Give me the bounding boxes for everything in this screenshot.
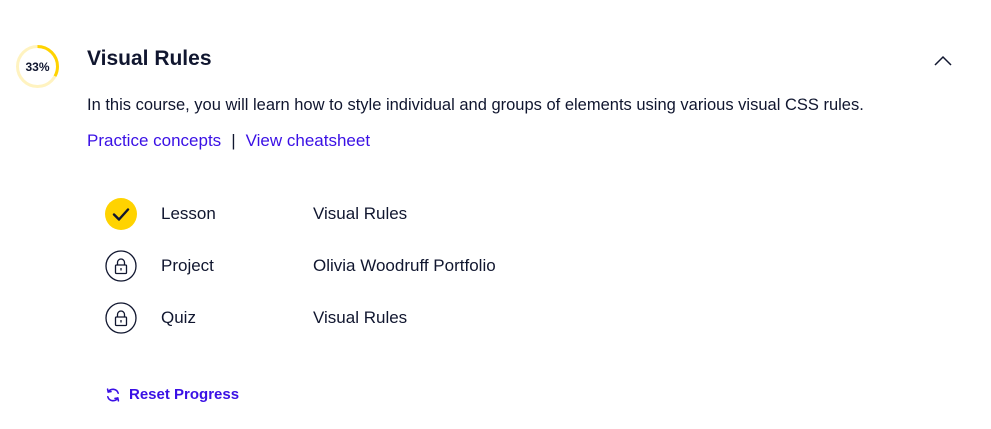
reset-progress-button[interactable]: Reset Progress [105, 386, 239, 403]
module-description: In this course, you will learn how to st… [87, 96, 864, 114]
reset-progress-label: Reset Progress [129, 386, 240, 403]
progress-percent: 33% [25, 59, 50, 74]
view-cheatsheet-link[interactable]: View cheatsheet [246, 131, 370, 151]
item-type: Lesson [161, 204, 216, 223]
content-item-project[interactable]: Project Olivia Woodruff Portfolio [105, 250, 496, 282]
content-item-lesson[interactable]: Lesson Visual Rules [105, 198, 407, 230]
item-name: Visual Rules [313, 308, 408, 327]
item-type: Quiz [161, 308, 196, 327]
lock-icon [105, 302, 137, 334]
item-name: Visual Rules [313, 204, 408, 223]
chevron-up-icon [934, 55, 952, 66]
module-progress-ring: 33% [15, 44, 60, 89]
item-type: Project [161, 256, 214, 275]
item-name: Olivia Woodruff Portfolio [313, 256, 496, 275]
link-separator: | [231, 131, 236, 150]
refresh-icon [106, 387, 120, 402]
module-title: Visual Rules [87, 47, 212, 70]
lock-icon [105, 250, 137, 282]
collapse-button[interactable] [931, 52, 955, 70]
content-item-quiz[interactable]: Quiz Visual Rules [105, 302, 407, 334]
practice-concepts-link[interactable]: Practice concepts [87, 131, 221, 151]
completed-check-icon [105, 198, 137, 230]
module-links: Practice concepts | View cheatsheet [87, 131, 370, 151]
